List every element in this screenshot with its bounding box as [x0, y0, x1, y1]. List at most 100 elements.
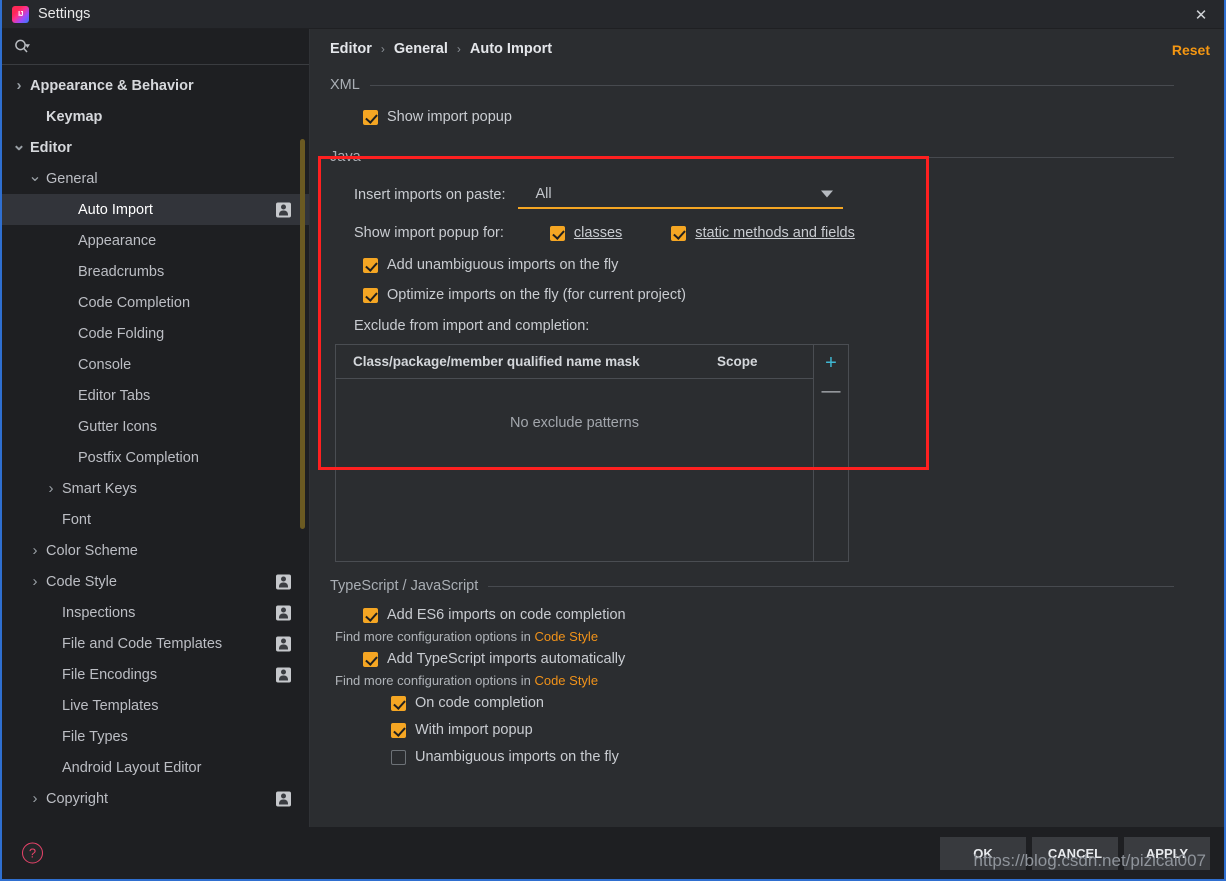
- sidebar-item-label: Postfix Completion: [78, 449, 199, 466]
- search-row: [2, 29, 309, 65]
- sidebar-item-label: Keymap: [46, 108, 103, 125]
- insert-imports-value: All: [535, 185, 552, 202]
- optimize-imports-checkbox[interactable]: [363, 287, 378, 303]
- chevron-right-icon[interactable]: ›: [28, 790, 42, 807]
- with-import-popup-row[interactable]: With import popup: [391, 722, 1224, 738]
- insert-imports-select[interactable]: All: [517, 180, 843, 209]
- sidebar-item-editor-tabs[interactable]: Editor Tabs: [2, 380, 309, 411]
- sidebar-item-appearance-behavior[interactable]: › Appearance & Behavior: [2, 70, 309, 101]
- static-methods-checkbox[interactable]: [671, 225, 687, 241]
- code-style-link-1[interactable]: Code Style: [534, 629, 598, 644]
- static-methods-label[interactable]: static methods and fields: [695, 225, 855, 241]
- sidebar-item-editor[interactable]: ⌄ Editor: [2, 132, 309, 163]
- chevron-down-icon[interactable]: ⌄: [12, 135, 26, 155]
- sidebar-item-label: File Types: [62, 728, 128, 745]
- search-input[interactable]: [37, 29, 309, 64]
- with-import-popup-label[interactable]: With import popup: [415, 722, 533, 738]
- add-pattern-button[interactable]: +: [817, 349, 845, 377]
- sidebar-item-live-templates[interactable]: Live Templates: [2, 690, 309, 721]
- breadcrumb-item[interactable]: General: [394, 41, 448, 57]
- add-es6-checkbox[interactable]: [363, 607, 378, 623]
- sidebar-item-appearance[interactable]: Appearance: [2, 225, 309, 256]
- chevron-down-icon[interactable]: ⌄: [28, 166, 42, 186]
- sidebar-item-postfix-completion[interactable]: Postfix Completion: [2, 442, 309, 473]
- unambiguous-fly-row[interactable]: Unambiguous imports on the fly: [391, 749, 1224, 765]
- insert-imports-row: Insert imports on paste: All: [354, 180, 1224, 209]
- sidebar-scrollbar[interactable]: [300, 139, 305, 529]
- on-code-completion-label[interactable]: On code completion: [415, 695, 544, 711]
- hint-2-prefix: Find more configuration options in: [335, 673, 535, 688]
- add-ts-row[interactable]: Add TypeScript imports automatically: [363, 651, 1224, 667]
- add-unambiguous-row[interactable]: Add unambiguous imports on the fly: [363, 257, 1224, 273]
- sidebar-item-copyright[interactable]: › Copyright: [2, 783, 309, 814]
- search-icon: [14, 39, 31, 54]
- unambiguous-fly-checkbox[interactable]: [391, 749, 406, 765]
- sidebar-item-console[interactable]: Console: [2, 349, 309, 380]
- classes-checkbox[interactable]: [549, 225, 565, 241]
- sidebar-item-file-types[interactable]: File Types: [2, 721, 309, 752]
- add-ts-label[interactable]: Add TypeScript imports automatically: [387, 651, 625, 667]
- breadcrumb: Editor › General › Auto Import: [330, 41, 552, 57]
- intellij-idea-icon: [12, 5, 29, 23]
- chevron-right-icon[interactable]: ›: [44, 480, 58, 497]
- add-es6-row[interactable]: Add ES6 imports on code completion: [363, 607, 1224, 623]
- remove-pattern-button[interactable]: —: [817, 377, 845, 405]
- sidebar-item-label: Appearance: [78, 232, 157, 249]
- on-code-completion-row[interactable]: On code completion: [391, 695, 1224, 711]
- table-body[interactable]: No exclude patterns: [336, 379, 813, 561]
- chevron-right-icon[interactable]: ›: [28, 542, 42, 559]
- settings-content: XML Show import popup Java Insert import…: [311, 77, 1224, 827]
- breadcrumb-item[interactable]: Editor: [330, 41, 372, 57]
- code-style-hint-2: Find more configuration options in Code …: [335, 673, 1224, 688]
- xml-show-import-popup-checkbox[interactable]: [363, 109, 378, 125]
- close-icon[interactable]: ✕: [1178, 0, 1224, 29]
- breadcrumb-separator: ›: [380, 42, 385, 56]
- sidebar-item-breadcrumbs[interactable]: Breadcrumbs: [2, 256, 309, 287]
- unambiguous-fly-label[interactable]: Unambiguous imports on the fly: [415, 749, 619, 765]
- optimize-imports-row[interactable]: Optimize imports on the fly (for current…: [363, 287, 1224, 303]
- sidebar-item-android-layout-editor[interactable]: Android Layout Editor: [2, 752, 309, 783]
- sidebar-item-code-style[interactable]: › Code Style: [2, 566, 309, 597]
- code-style-link-2[interactable]: Code Style: [534, 673, 598, 688]
- help-question-icon[interactable]: ?: [22, 842, 43, 864]
- add-es6-label[interactable]: Add ES6 imports on code completion: [387, 607, 626, 623]
- cancel-button[interactable]: CANCEL: [1032, 837, 1118, 870]
- ok-button[interactable]: OK: [940, 837, 1026, 870]
- sidebar-item-auto-import[interactable]: Auto Import: [2, 194, 309, 225]
- apply-button[interactable]: APPLY: [1124, 837, 1210, 870]
- breadcrumb-item[interactable]: Auto Import: [470, 41, 552, 57]
- java-section-label: Java: [330, 149, 361, 165]
- sidebar-item-file-encodings[interactable]: File Encodings: [2, 659, 309, 690]
- on-code-completion-checkbox[interactable]: [391, 695, 406, 711]
- sidebar-item-file-and-code-templates[interactable]: File and Code Templates: [2, 628, 309, 659]
- classes-label[interactable]: classes: [574, 225, 622, 241]
- add-ts-checkbox[interactable]: [363, 651, 378, 667]
- sidebar-item-color-scheme[interactable]: › Color Scheme: [2, 535, 309, 566]
- add-unambiguous-checkbox[interactable]: [363, 257, 378, 273]
- sidebar-item-label: File Encodings: [62, 666, 158, 683]
- sidebar-item-keymap[interactable]: Keymap: [2, 101, 309, 132]
- sidebar-item-label: Editor Tabs: [78, 387, 151, 404]
- chevron-right-icon[interactable]: ›: [12, 77, 26, 94]
- sidebar-item-code-completion[interactable]: Code Completion: [2, 287, 309, 318]
- with-import-popup-checkbox[interactable]: [391, 722, 406, 738]
- section-divider: [369, 84, 1174, 86]
- xml-show-import-popup-row[interactable]: Show import popup: [363, 109, 1224, 125]
- sidebar-item-code-folding[interactable]: Code Folding: [2, 318, 309, 349]
- optimize-imports-label[interactable]: Optimize imports on the fly (for current…: [387, 287, 686, 303]
- table-col-scope: Scope: [717, 354, 758, 369]
- sidebar-item-inspections[interactable]: Inspections: [2, 597, 309, 628]
- sidebar-item-gutter-icons[interactable]: Gutter Icons: [2, 411, 309, 442]
- user-profile-icon: [276, 605, 291, 620]
- sidebar-item-font[interactable]: Font: [2, 504, 309, 535]
- sidebar-item-general[interactable]: ⌄ General: [2, 163, 309, 194]
- reset-link[interactable]: Reset: [1172, 42, 1210, 58]
- hint-1-prefix: Find more configuration options in: [335, 629, 535, 644]
- add-unambiguous-label[interactable]: Add unambiguous imports on the fly: [387, 257, 618, 273]
- chevron-right-icon[interactable]: ›: [28, 573, 42, 590]
- sidebar-item-smart-keys[interactable]: › Smart Keys: [2, 473, 309, 504]
- xml-show-import-popup-label[interactable]: Show import popup: [387, 109, 512, 125]
